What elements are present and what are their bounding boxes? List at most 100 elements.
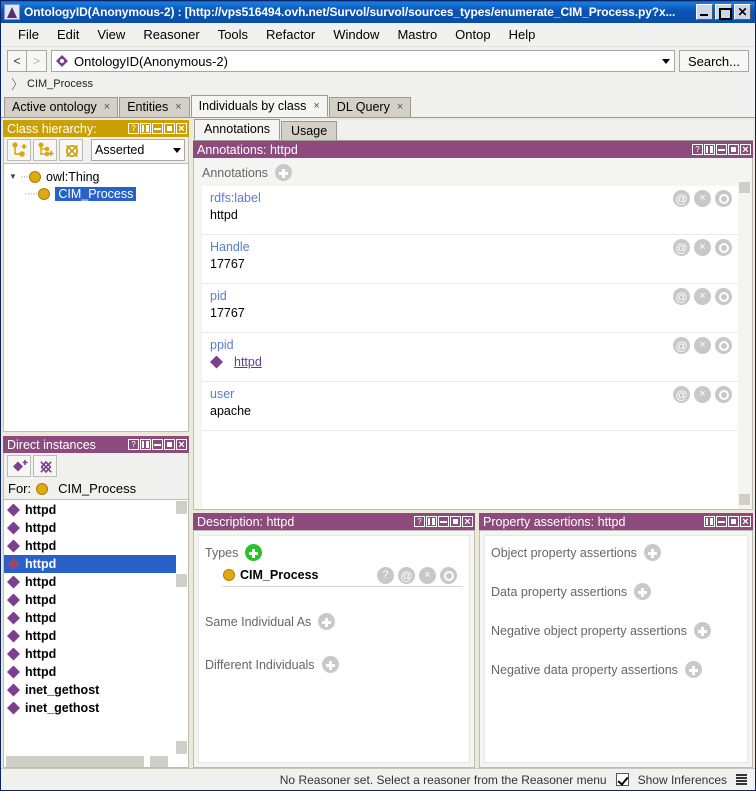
delete-icon[interactable]: ×	[694, 190, 711, 207]
scrollbar-thumb-bottom[interactable]	[739, 494, 750, 505]
delete-icon[interactable]: ×	[694, 239, 711, 256]
tab-usage[interactable]: Usage	[281, 121, 338, 140]
annotate-icon[interactable]: @	[673, 288, 690, 305]
split-icon[interactable]	[426, 516, 437, 527]
annotations-scrollbar[interactable]	[739, 182, 750, 505]
list-item[interactable]: httpd	[4, 609, 176, 627]
add-object-property-assertion-button[interactable]	[643, 544, 661, 561]
annotation-row[interactable]: user apache @ ×	[202, 382, 738, 431]
edit-icon[interactable]	[715, 386, 732, 403]
list-item[interactable]: httpd	[4, 573, 176, 591]
delete-individual-button[interactable]	[33, 455, 57, 477]
edit-icon[interactable]	[715, 190, 732, 207]
annotation-value-link[interactable]: httpd	[234, 355, 262, 369]
close-icon[interactable]	[740, 144, 751, 155]
delete-icon[interactable]: ×	[694, 386, 711, 403]
close-icon[interactable]: ×	[313, 100, 319, 112]
scrollbar-thumb-top[interactable]	[739, 182, 750, 193]
add-type-button[interactable]	[245, 544, 263, 561]
menu-ontop[interactable]: Ontop	[446, 24, 499, 45]
add-data-property-assertion-button[interactable]	[634, 583, 652, 600]
close-icon[interactable]	[176, 123, 187, 134]
tree-node-owl-thing[interactable]: ▼ ··· owl:Thing	[6, 168, 186, 185]
edit-icon[interactable]	[715, 239, 732, 256]
menu-view[interactable]: View	[88, 24, 134, 45]
add-individual-button[interactable]	[7, 455, 31, 477]
forward-button[interactable]: >	[27, 50, 47, 72]
instances-horizontal-scrollbar[interactable]	[4, 755, 188, 767]
minimize-button[interactable]	[696, 4, 713, 20]
add-sibling-class-button[interactable]	[33, 139, 57, 161]
close-button[interactable]: ✕	[734, 4, 751, 20]
breadcrumb-item-cim-process[interactable]: CIM_Process	[27, 78, 93, 90]
help-icon[interactable]: ?	[414, 516, 425, 527]
tab-entities[interactable]: Entities ×	[119, 97, 190, 117]
add-negative-object-property-assertion-button[interactable]	[693, 622, 711, 639]
close-icon[interactable]: ×	[175, 101, 181, 113]
maximize-button[interactable]	[715, 4, 732, 20]
close-icon[interactable]	[176, 439, 187, 450]
reasoner-mode-selector[interactable]: Asserted	[91, 139, 185, 161]
close-icon[interactable]: ×	[397, 101, 403, 113]
add-same-individual-button[interactable]	[318, 613, 336, 630]
annotation-row[interactable]: ppid httpd @ ×	[202, 333, 738, 382]
annotate-icon[interactable]: @	[673, 190, 690, 207]
close-icon[interactable]	[462, 516, 473, 527]
back-button[interactable]: <	[7, 50, 27, 72]
help-icon[interactable]: ?	[692, 144, 703, 155]
show-inferences-checkbox[interactable]	[615, 773, 629, 786]
minimize-icon[interactable]	[152, 439, 163, 450]
add-subclass-button[interactable]	[7, 139, 31, 161]
menu-file[interactable]: File	[9, 24, 48, 45]
annotate-icon[interactable]: @	[673, 337, 690, 354]
search-button[interactable]: Search...	[678, 50, 749, 72]
class-tree[interactable]: ▼ ··· owl:Thing ····· CIM_Process	[3, 163, 189, 432]
list-item[interactable]: httpd	[4, 591, 176, 609]
log-lines-icon[interactable]	[736, 774, 747, 785]
maximize-icon[interactable]	[164, 439, 175, 450]
split-icon[interactable]	[140, 123, 151, 134]
edit-icon[interactable]	[715, 337, 732, 354]
expander-icon[interactable]: ▼	[6, 172, 20, 181]
scrollbar-thumb-top[interactable]	[176, 501, 187, 514]
annotation-row[interactable]: pid 17767 @ ×	[202, 284, 738, 333]
list-item[interactable]: httpd	[4, 555, 176, 573]
explain-icon[interactable]: ?	[377, 567, 394, 584]
scrollbar-thumb[interactable]	[6, 756, 144, 767]
tab-active-ontology[interactable]: Active ontology ×	[4, 97, 119, 117]
help-icon[interactable]: ?	[128, 439, 139, 450]
menu-reasoner[interactable]: Reasoner	[134, 24, 208, 45]
minimize-icon[interactable]	[716, 144, 727, 155]
list-item[interactable]: httpd	[4, 519, 176, 537]
maximize-icon[interactable]	[728, 144, 739, 155]
list-item[interactable]: inet_gethost	[4, 681, 176, 699]
scrollbar-thumb[interactable]	[176, 574, 187, 587]
annotate-icon[interactable]: @	[673, 386, 690, 403]
split-icon[interactable]	[704, 144, 715, 155]
menu-mastro[interactable]: Mastro	[388, 24, 446, 45]
close-icon[interactable]: ×	[104, 101, 110, 113]
scrollbar-thumb-end[interactable]	[150, 756, 168, 767]
delete-icon[interactable]: ×	[694, 337, 711, 354]
ontology-selector[interactable]: OntologyID(Anonymous-2)	[51, 50, 675, 72]
maximize-icon[interactable]	[728, 516, 739, 527]
maximize-icon[interactable]	[450, 516, 461, 527]
list-item[interactable]: inet_gethost	[4, 699, 176, 717]
type-row[interactable]: CIM_Process ? @ ×	[223, 566, 463, 587]
menu-window[interactable]: Window	[324, 24, 388, 45]
menu-edit[interactable]: Edit	[48, 24, 88, 45]
minimize-icon[interactable]	[438, 516, 449, 527]
tab-individuals-by-class[interactable]: Individuals by class ×	[190, 95, 328, 117]
menu-tools[interactable]: Tools	[209, 24, 257, 45]
minimize-icon[interactable]	[152, 123, 163, 134]
annotation-row[interactable]: rdfs:label httpd @ ×	[202, 186, 738, 235]
tab-annotations[interactable]: Annotations	[194, 119, 281, 140]
add-different-individuals-button[interactable]	[321, 656, 339, 673]
tab-dl-query[interactable]: DL Query ×	[328, 97, 412, 117]
delete-icon[interactable]: ×	[694, 288, 711, 305]
direct-instances-list[interactable]: httpd httpd httpd httpd httpd httpd httpd httpd…	[3, 499, 189, 768]
list-item[interactable]: httpd	[4, 645, 176, 663]
menu-help[interactable]: Help	[500, 24, 545, 45]
list-item[interactable]: httpd	[4, 501, 176, 519]
edit-icon[interactable]	[715, 288, 732, 305]
